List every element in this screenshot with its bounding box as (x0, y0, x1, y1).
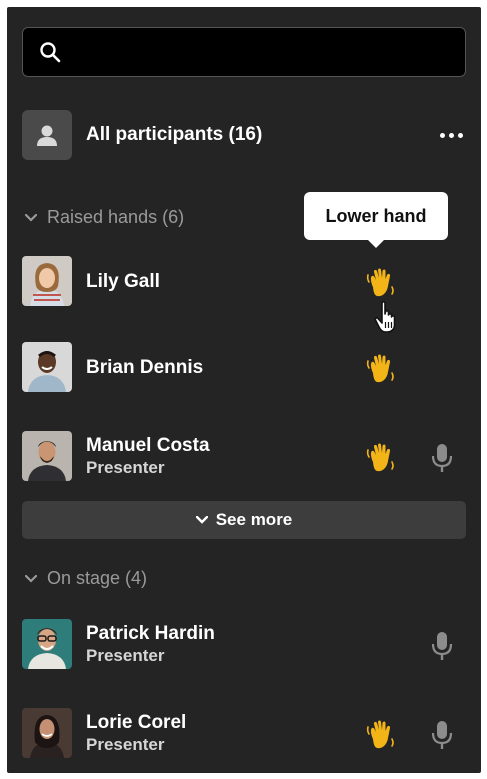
participant-row[interactable]: Lorie Corel Presenter (22, 707, 466, 759)
see-more-button[interactable]: See more (22, 501, 466, 539)
participant-row[interactable]: Patrick Hardin Presenter (22, 618, 466, 670)
hand-wave-icon[interactable] (365, 353, 397, 385)
microphone-icon[interactable] (430, 442, 454, 474)
hand-wave-icon[interactable] (365, 267, 397, 299)
avatar (22, 708, 72, 758)
more-horizontal-icon (439, 132, 445, 138)
on-stage-title: On stage (4) (47, 568, 148, 588)
person-icon (37, 125, 57, 146)
pointer-cursor-icon (374, 301, 396, 333)
avatar (22, 431, 72, 481)
participant-row[interactable]: Manuel Costa Presenter (22, 430, 466, 482)
participant-name: Patrick Hardin (86, 622, 215, 644)
avatar (22, 619, 72, 669)
raised-hands-title: Raised hands (6) (47, 207, 185, 227)
hand-wave-icon[interactable] (365, 442, 397, 474)
participant-role: Presenter (86, 457, 165, 477)
chevron-down-icon (195, 516, 208, 524)
see-more-label: See more (215, 510, 293, 529)
tooltip-arrow (366, 238, 386, 248)
avatar (22, 342, 72, 392)
participant-row[interactable]: Brian Dennis (22, 341, 466, 393)
participant-role: Presenter (86, 645, 165, 665)
hand-wave-icon[interactable] (365, 719, 397, 751)
search-icon (40, 42, 61, 63)
all-participants-label: All participants (16) (86, 124, 263, 145)
search-input[interactable] (71, 28, 465, 76)
participant-name: Brian Dennis (86, 356, 204, 378)
search-box[interactable] (22, 27, 466, 77)
on-stage-header[interactable]: On stage (4) (25, 568, 147, 589)
all-participants-avatar (22, 110, 72, 160)
avatar (22, 256, 72, 306)
chevron-down-icon (25, 574, 37, 583)
participant-name: Lily Gall (86, 270, 160, 292)
participant-role: Presenter (86, 734, 165, 754)
participant-name: Manuel Costa (86, 434, 210, 456)
chevron-down-icon (25, 213, 37, 222)
microphone-icon[interactable] (430, 719, 454, 751)
all-participants-row[interactable]: All participants (16) (22, 109, 466, 161)
more-options-button[interactable] (436, 120, 466, 150)
microphone-icon[interactable] (430, 630, 454, 662)
lower-hand-tooltip: Lower hand (304, 192, 448, 240)
tooltip-label: Lower hand (325, 205, 427, 226)
raised-hands-header[interactable]: Raised hands (6) (25, 207, 184, 228)
participant-name: Lorie Corel (86, 711, 187, 733)
participants-panel: All participants (16) Raised hands (6) L… (7, 7, 481, 773)
